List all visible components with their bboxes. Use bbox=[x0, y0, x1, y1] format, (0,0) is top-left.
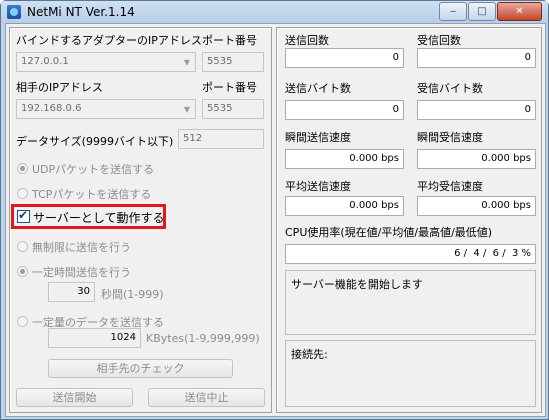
port-field-2[interactable]: 5535 bbox=[202, 99, 264, 119]
start-send-button[interactable]: 送信開始 bbox=[16, 388, 133, 407]
amount-field[interactable]: 1024 bbox=[48, 328, 141, 348]
adapter-ip-label: バインドするアダプターのIPアドレス bbox=[16, 34, 202, 47]
timed-label: 一定時間送信を行う bbox=[32, 266, 131, 279]
tcp-label: TCPパケットを送信する bbox=[32, 188, 152, 201]
check-peer-button[interactable]: 相手先のチェック bbox=[48, 359, 233, 378]
stats-panel: 送信回数 0 受信回数 0 送信バイト数 0 受信バイト数 0 瞬間送信速度 0… bbox=[276, 27, 542, 413]
avg-send-value: 0.000 bps bbox=[285, 196, 404, 216]
status-box: サーバー機能を開始します bbox=[285, 270, 536, 335]
peer-ip-value: 192.168.0.6 bbox=[21, 103, 82, 114]
server-checkbox[interactable] bbox=[17, 208, 30, 223]
amount-radio[interactable] bbox=[17, 316, 28, 327]
chevron-down-icon: ▼ bbox=[183, 104, 191, 114]
data-size-label: データサイズ(9999バイト以下) bbox=[16, 135, 174, 148]
peer-ip-combo[interactable]: 192.168.0.6 ▼ bbox=[16, 99, 196, 119]
app-icon bbox=[7, 5, 21, 19]
recv-bytes-value: 0 bbox=[417, 100, 536, 120]
client-area: バインドするアダプターのIPアドレス 127.0.0.1 ▼ ポート番号 553… bbox=[5, 23, 546, 417]
inst-recv-label: 瞬間受信速度 bbox=[417, 131, 483, 144]
recv-count-value: 0 bbox=[417, 48, 536, 68]
server-label: サーバーとして動作する bbox=[33, 211, 165, 225]
udp-label: UDPパケットを送信する bbox=[32, 163, 155, 176]
app-window: NetMi NT Ver.1.14 ‒ □ ✕ バインドするアダプターのIPアド… bbox=[0, 0, 549, 420]
maximize-button[interactable]: □ bbox=[468, 2, 496, 21]
avg-recv-value: 0.000 bps bbox=[417, 196, 536, 216]
timed-radio[interactable] bbox=[17, 266, 28, 277]
inst-send-label: 瞬間送信速度 bbox=[285, 131, 351, 144]
amount-unit-label: KBytes(1-9,999,999) bbox=[146, 332, 260, 345]
port-field-1[interactable]: 5535 bbox=[202, 52, 264, 72]
cpu-value: 6 / 4 / 6 / 3 % bbox=[285, 244, 536, 264]
timed-seconds-field[interactable]: 30 bbox=[48, 282, 95, 302]
unlimited-label: 無制限に送信を行う bbox=[32, 241, 131, 254]
peer-ip-label: 相手のIPアドレス bbox=[16, 81, 103, 94]
adapter-ip-value: 127.0.0.1 bbox=[21, 56, 69, 67]
avg-recv-label: 平均受信速度 bbox=[417, 180, 483, 193]
send-bytes-label: 送信バイト数 bbox=[285, 82, 351, 95]
unlimited-radio[interactable] bbox=[17, 241, 28, 252]
connection-label: 接続先: bbox=[291, 348, 328, 361]
send-bytes-value: 0 bbox=[285, 100, 404, 120]
adapter-ip-combo[interactable]: 127.0.0.1 ▼ bbox=[16, 52, 196, 72]
connection-box: 接続先: bbox=[285, 340, 536, 407]
close-button[interactable]: ✕ bbox=[497, 2, 542, 21]
title-bar[interactable]: NetMi NT Ver.1.14 ‒ □ ✕ bbox=[1, 1, 548, 23]
send-count-value: 0 bbox=[285, 48, 404, 68]
recv-bytes-label: 受信バイト数 bbox=[417, 82, 483, 95]
recv-count-label: 受信回数 bbox=[417, 34, 461, 47]
data-size-field[interactable]: 512 bbox=[178, 129, 264, 149]
chevron-down-icon: ▼ bbox=[183, 57, 191, 67]
port-label-2: ポート番号 bbox=[202, 81, 257, 94]
settings-panel: バインドするアダプターのIPアドレス 127.0.0.1 ▼ ポート番号 553… bbox=[9, 27, 272, 413]
cpu-label: CPU使用率(現在値/平均値/最高値/最低値) bbox=[285, 226, 493, 239]
stop-send-button[interactable]: 送信中止 bbox=[148, 388, 265, 407]
udp-radio[interactable] bbox=[17, 163, 28, 174]
status-text: サーバー機能を開始します bbox=[291, 278, 423, 291]
window-title: NetMi NT Ver.1.14 bbox=[27, 5, 135, 19]
port-label-1: ポート番号 bbox=[202, 34, 257, 47]
minimize-button[interactable]: ‒ bbox=[439, 2, 467, 21]
timed-unit-label: 秒間(1-999) bbox=[101, 288, 164, 301]
inst-recv-value: 0.000 bps bbox=[417, 149, 536, 169]
avg-send-label: 平均送信速度 bbox=[285, 180, 351, 193]
tcp-radio[interactable] bbox=[17, 188, 28, 199]
send-count-label: 送信回数 bbox=[285, 34, 329, 47]
inst-send-value: 0.000 bps bbox=[285, 149, 404, 169]
